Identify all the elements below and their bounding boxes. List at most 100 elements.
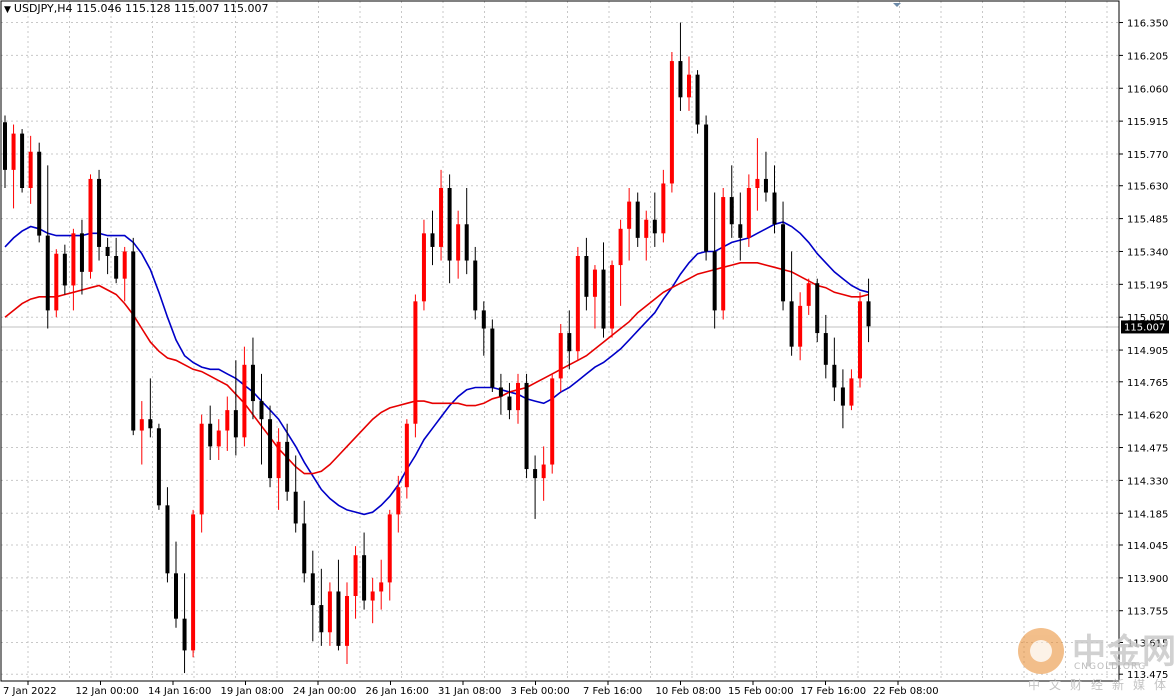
y-axis-labels: 116.350 116.205 116.060 115.915 115.770 115.6… <box>1119 19 1168 681</box>
candle-body <box>327 591 332 633</box>
current-price-tag: 115.007 <box>1121 320 1169 334</box>
candle <box>661 169 666 243</box>
candle <box>3 115 7 188</box>
candle-body <box>729 197 734 225</box>
candle <box>182 573 187 674</box>
y-tick-label: 116.205 <box>1127 51 1168 62</box>
y-tick-label: 114.185 <box>1127 509 1168 520</box>
candles <box>3 22 871 674</box>
candle <box>353 546 358 619</box>
candle-body <box>413 301 418 424</box>
y-tick-label: 115.485 <box>1127 215 1168 226</box>
candle <box>396 475 401 533</box>
candle-body <box>62 253 67 286</box>
candle-body <box>191 514 196 651</box>
candle <box>712 192 717 329</box>
candle-body <box>165 505 170 574</box>
candle-body <box>610 265 615 329</box>
candle-body <box>481 310 486 329</box>
candle-body <box>558 333 563 379</box>
candle-body <box>687 74 691 98</box>
candle-body <box>772 192 777 225</box>
candle-body <box>473 260 478 311</box>
candle <box>421 219 426 311</box>
y-tick-label: 116.350 <box>1127 19 1168 30</box>
candle <box>678 22 683 111</box>
candle-body <box>310 573 315 606</box>
candle-body <box>490 328 495 388</box>
candle <box>507 382 512 420</box>
candle-body <box>840 387 845 406</box>
watermark-domain: CNGOLD.ORG <box>1074 662 1147 672</box>
candle-body <box>362 555 367 601</box>
candle <box>772 165 777 234</box>
candle-body <box>11 133 16 170</box>
candle <box>387 509 392 601</box>
candle-body <box>712 251 717 311</box>
dropdown-triangle-icon[interactable]: ▼ <box>4 5 11 15</box>
y-tick-label: 114.620 <box>1127 411 1168 422</box>
candle-body <box>815 283 820 334</box>
candle-body <box>516 382 520 411</box>
candle <box>174 541 178 628</box>
candle-body <box>498 387 503 397</box>
x-tick-label: 7 Feb 16:00 <box>583 686 642 697</box>
ohlc-label: 115.046 115.128 115.007 115.007 <box>76 2 269 15</box>
price-tag-label: 115.007 <box>1124 322 1165 333</box>
candle-body <box>704 124 709 252</box>
x-tick-label: 10 Feb 08:00 <box>656 686 722 697</box>
candle <box>763 151 768 202</box>
candle-body <box>199 423 204 515</box>
x-tick-label: 24 Jan 00:00 <box>293 686 356 697</box>
candle-body <box>250 364 255 402</box>
candle <box>148 378 153 438</box>
candle <box>755 138 760 211</box>
candle <box>62 244 67 295</box>
candle <box>592 265 597 329</box>
candle-body <box>849 378 854 406</box>
candle <box>233 360 238 456</box>
candle <box>704 115 709 261</box>
candle-body <box>763 178 768 193</box>
candle-body <box>148 419 153 429</box>
candle <box>199 414 204 533</box>
candle-body <box>695 74 700 125</box>
candle <box>815 278 820 343</box>
candle <box>131 237 136 436</box>
candle-body <box>404 423 409 488</box>
candle <box>11 124 16 209</box>
candle <box>447 174 452 284</box>
candle-body <box>345 596 349 646</box>
x-tick-label: 31 Jan 08:00 <box>438 686 501 697</box>
candle-body <box>28 151 33 188</box>
candle <box>88 174 93 279</box>
candle <box>327 582 332 646</box>
candle-body <box>259 401 264 420</box>
candle-body <box>216 430 221 447</box>
x-axis-labels: 7 Jan 2022 12 Jan 00:00 14 Jan 16:00 19 Jan… <box>3 681 939 697</box>
candle <box>45 165 50 329</box>
y-tick-label: 114.045 <box>1127 541 1168 552</box>
y-tick-label: 115.630 <box>1127 182 1168 193</box>
candle-body <box>823 333 828 365</box>
candle-body <box>669 61 674 184</box>
candle-body <box>456 224 461 261</box>
y-tick-label: 114.765 <box>1127 378 1168 389</box>
coin-logo-icon <box>1018 628 1064 674</box>
candle <box>481 301 486 356</box>
candle-body <box>601 269 606 329</box>
candle-body <box>182 618 187 651</box>
price-chart[interactable]: 116.350 116.205 116.060 115.915 115.770 115.6… <box>0 0 1176 699</box>
candle <box>370 577 375 624</box>
watermark-subtitle: 中文财经新媒体 <box>1028 678 1176 692</box>
candle <box>208 405 213 460</box>
candle-body <box>336 591 341 646</box>
candle <box>652 192 657 247</box>
candle-body <box>789 301 794 347</box>
y-tick-label: 115.770 <box>1127 150 1168 161</box>
y-tick-label: 116.060 <box>1127 84 1168 95</box>
candle-body <box>54 253 59 311</box>
candle <box>79 219 84 295</box>
candle-body <box>3 122 7 170</box>
candle <box>20 129 25 193</box>
